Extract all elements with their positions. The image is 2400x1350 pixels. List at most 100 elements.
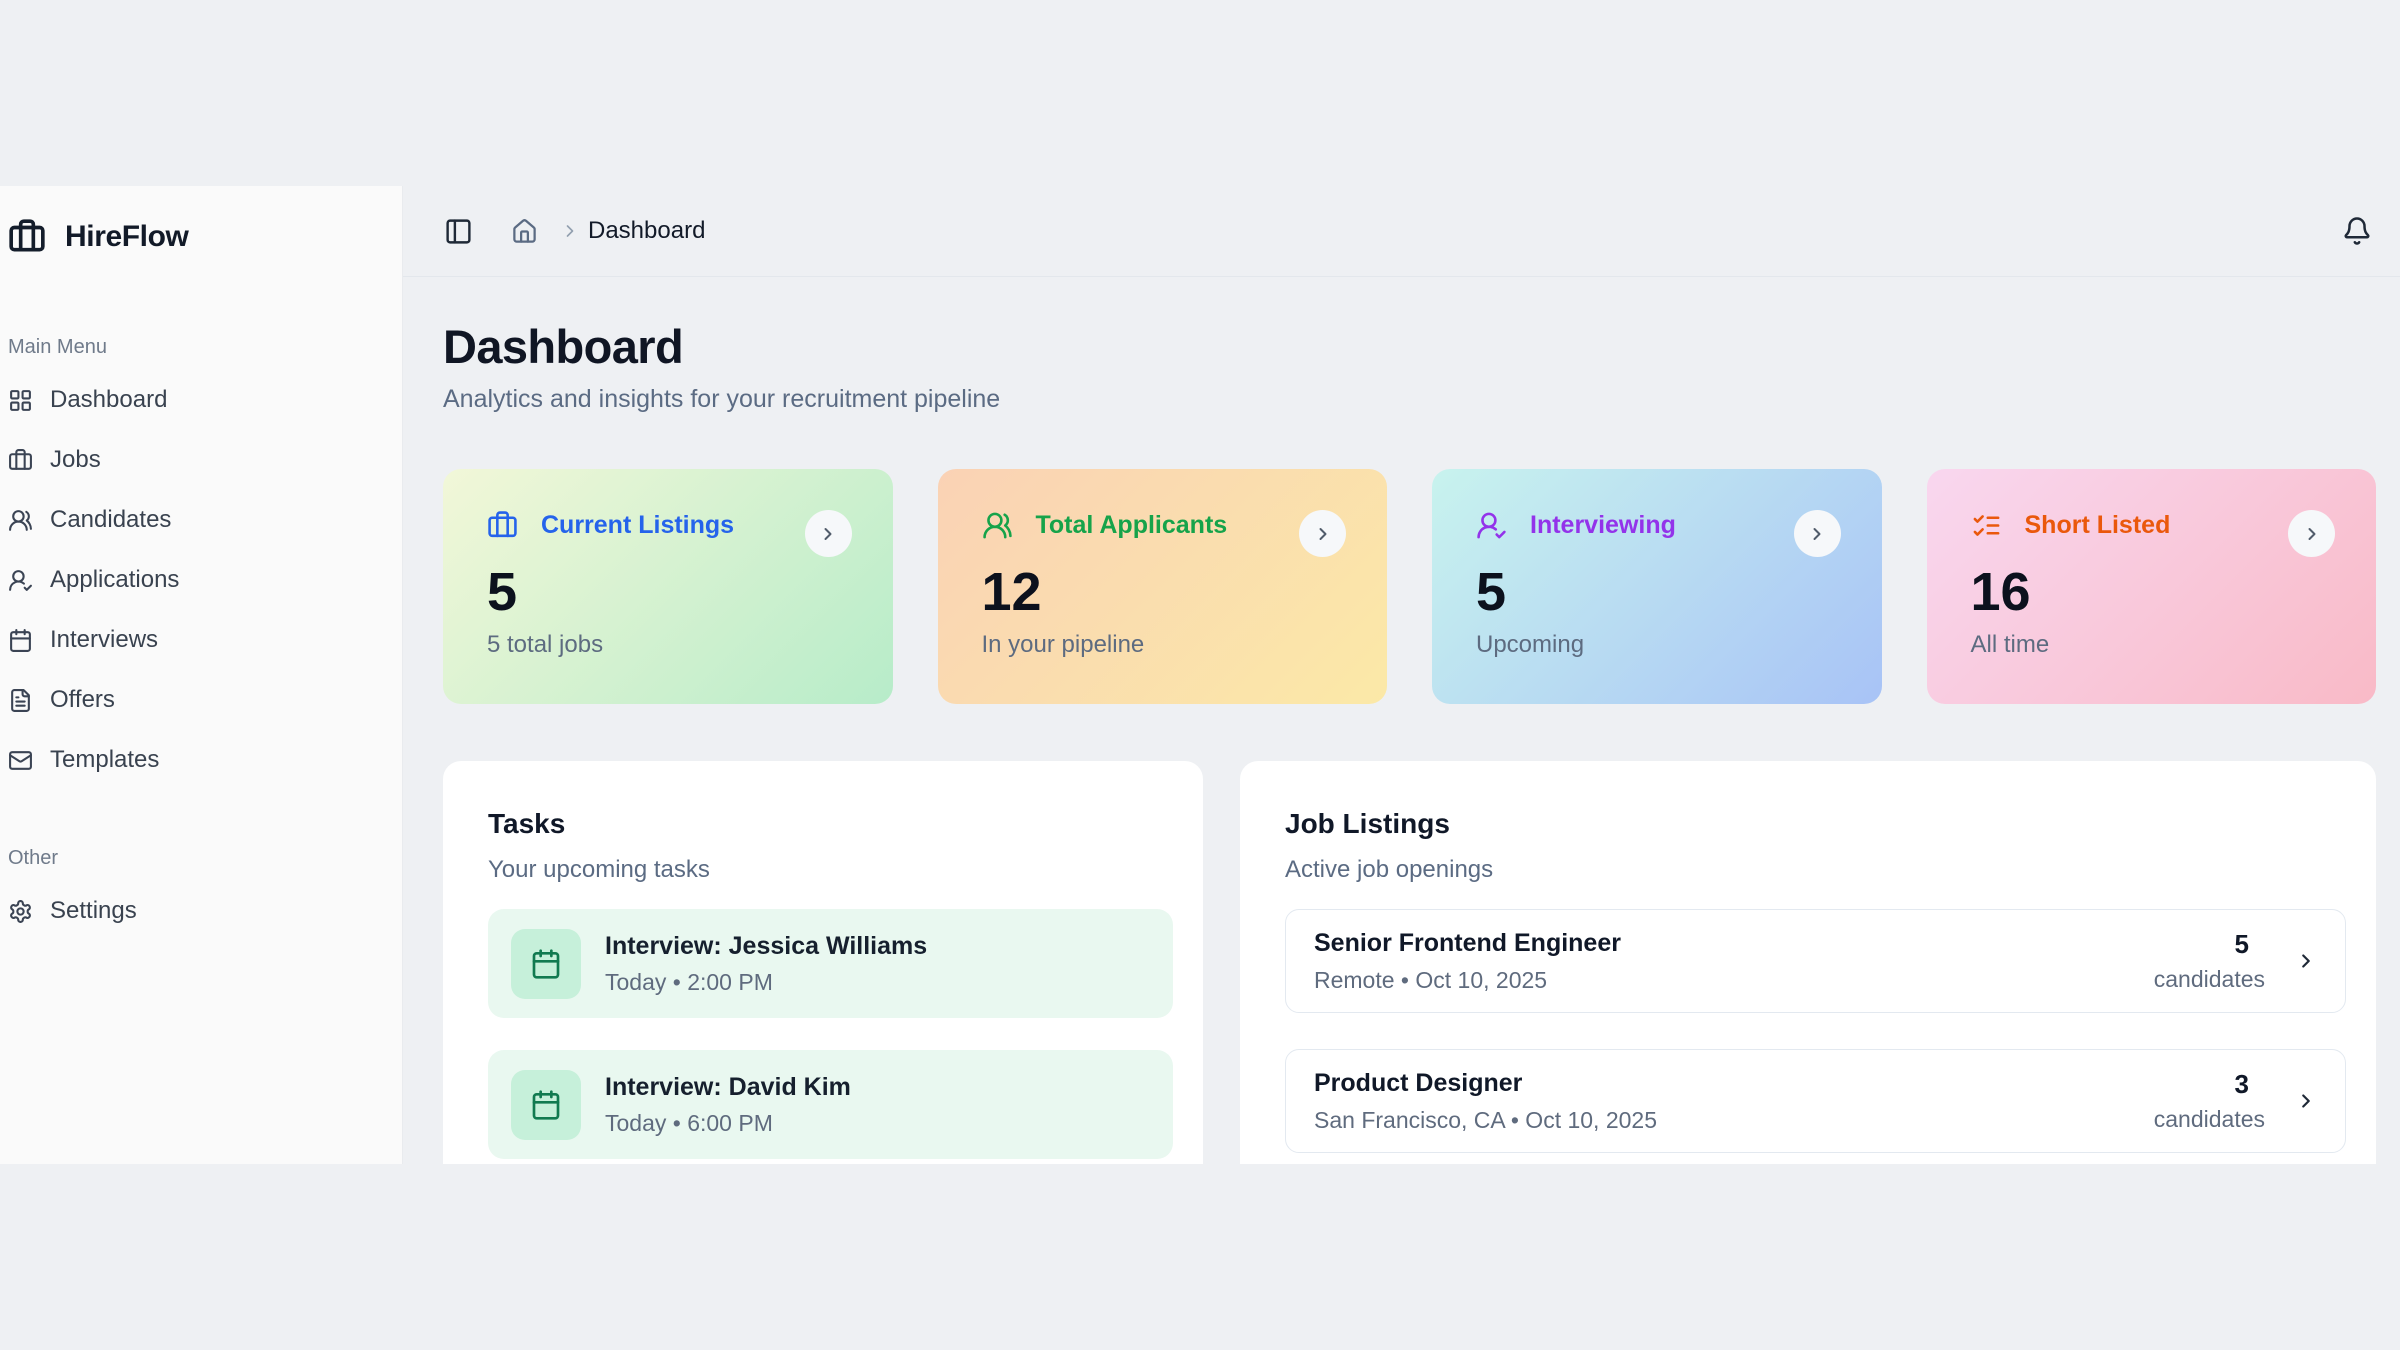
stat-card-short-listed[interactable]: Short Listed 16 All time [1927, 469, 2377, 704]
calendar-icon [530, 948, 562, 980]
job-count-block: 5 candidates [2154, 929, 2265, 993]
job-listings-subtitle: Active job openings [1285, 855, 2346, 885]
job-open-button[interactable] [2295, 950, 2317, 972]
page-subtitle: Analytics and insights for your recruitm… [443, 384, 2376, 414]
sidebar-item-interviews[interactable]: Interviews [8, 615, 386, 665]
panel-left-icon [444, 217, 473, 246]
breadcrumb-separator [560, 221, 580, 241]
task-item[interactable]: Interview: David Kim Today • 6:00 PM [488, 1050, 1173, 1159]
stat-caption: Upcoming [1476, 631, 1841, 659]
chevron-right-icon [2302, 524, 2322, 544]
task-when: Today • 6:00 PM [605, 1110, 851, 1137]
sidebar-item-dashboard[interactable]: Dashboard [8, 375, 386, 425]
sidebar-item-label: Templates [50, 746, 159, 774]
job-listings-title: Job Listings [1285, 807, 2346, 841]
stat-card-current-listings[interactable]: Current Listings 5 5 total jobs [443, 469, 893, 704]
chevron-right-icon [560, 221, 580, 241]
task-when: Today • 2:00 PM [605, 969, 927, 996]
sidebar-item-label: Settings [50, 897, 137, 925]
job-row[interactable]: Senior Frontend Engineer Remote • Oct 10… [1285, 909, 2346, 1013]
sidebar-item-label: Dashboard [50, 386, 167, 414]
stat-value: 5 [487, 565, 852, 619]
sidebar-item-settings[interactable]: Settings [8, 886, 386, 936]
stat-card-header: Total Applicants [982, 510, 1347, 541]
task-title: Interview: Jessica Williams [605, 932, 927, 961]
list-checks-icon [1971, 510, 2002, 541]
sidebar-item-label: Offers [50, 686, 115, 714]
sidebar-item-label: Interviews [50, 626, 158, 654]
brand-name: HireFlow [65, 220, 188, 254]
sidebar-item-candidates[interactable]: Candidates [8, 495, 386, 545]
home-icon [511, 218, 538, 245]
stat-card-total-applicants[interactable]: Total Applicants 12 In your pipeline [938, 469, 1388, 704]
briefcase-logo-icon [8, 218, 46, 256]
brand-logo[interactable]: HireFlow [8, 216, 386, 258]
sidebar: HireFlow Main Menu Dashboard Jobs Candid… [0, 186, 403, 1164]
task-title: Interview: David Kim [605, 1073, 851, 1102]
stat-arrow-button[interactable] [1794, 510, 1841, 557]
topbar: Dashboard [403, 186, 2400, 277]
job-count-block: 3 candidates [2154, 1069, 2265, 1133]
job-row[interactable]: Product Designer San Francisco, CA • Oct… [1285, 1049, 2346, 1153]
stat-card-header: Short Listed [1971, 510, 2336, 541]
task-icon-tile [511, 1070, 581, 1140]
briefcase-icon [8, 448, 33, 473]
sidebar-item-offers[interactable]: Offers [8, 675, 386, 725]
job-candidate-count: 3 [2154, 1069, 2249, 1100]
sidebar-item-label: Candidates [50, 506, 171, 534]
stat-arrow-button[interactable] [805, 510, 852, 557]
chevron-right-icon [2295, 1090, 2317, 1112]
notifications-button[interactable] [2342, 216, 2372, 246]
user-check-icon [1476, 510, 1507, 541]
mail-icon [8, 748, 33, 773]
breadcrumb-current: Dashboard [588, 217, 705, 245]
chevron-right-icon [818, 524, 838, 544]
job-open-button[interactable] [2295, 1090, 2317, 1112]
breadcrumb-home-button[interactable] [511, 218, 538, 245]
job-text: Senior Frontend Engineer Remote • Oct 10… [1314, 929, 1621, 994]
calendar-icon [530, 1089, 562, 1121]
job-listings-card: Job Listings Active job openings Senior … [1240, 761, 2376, 1164]
main-content: Dashboard Analytics and insights for you… [403, 278, 2400, 1164]
task-text: Interview: David Kim Today • 6:00 PM [605, 1073, 851, 1137]
stat-arrow-button[interactable] [2288, 510, 2335, 557]
stat-label: Interviewing [1530, 511, 1676, 540]
chevron-right-icon [2295, 950, 2317, 972]
job-row-right: 3 candidates [2154, 1069, 2317, 1133]
tasks-subtitle: Your upcoming tasks [488, 855, 1173, 885]
sidebar-item-templates[interactable]: Templates [8, 735, 386, 785]
sidebar-item-applications[interactable]: Applications [8, 555, 386, 605]
chevron-right-icon [1807, 524, 1827, 544]
job-candidate-count-label: candidates [2154, 966, 2265, 993]
stat-value: 5 [1476, 565, 1841, 619]
stat-caption: 5 total jobs [487, 631, 852, 659]
job-text: Product Designer San Francisco, CA • Oct… [1314, 1069, 1657, 1134]
sidebar-item-label: Applications [50, 566, 179, 594]
screen: HireFlow Main Menu Dashboard Jobs Candid… [0, 0, 2400, 1350]
file-text-icon [8, 688, 33, 713]
job-meta: Remote • Oct 10, 2025 [1314, 967, 1621, 994]
bell-icon [2342, 216, 2372, 246]
stat-card-interviewing[interactable]: Interviewing 5 Upcoming [1432, 469, 1882, 704]
tasks-title: Tasks [488, 807, 1173, 841]
chevron-right-icon [1313, 524, 1333, 544]
stat-label: Short Listed [2025, 511, 2171, 540]
job-meta: San Francisco, CA • Oct 10, 2025 [1314, 1107, 1657, 1134]
job-list: Senior Frontend Engineer Remote • Oct 10… [1285, 909, 2346, 1153]
stat-value: 16 [1971, 565, 2336, 619]
sidebar-item-jobs[interactable]: Jobs [8, 435, 386, 485]
nav-list-other: Settings [8, 886, 386, 936]
app-window: HireFlow Main Menu Dashboard Jobs Candid… [0, 186, 2400, 1164]
stat-caption: In your pipeline [982, 631, 1347, 659]
job-title: Senior Frontend Engineer [1314, 929, 1621, 958]
task-list: Interview: Jessica Williams Today • 2:00… [488, 909, 1173, 1159]
stat-card-header: Interviewing [1476, 510, 1841, 541]
sidebar-toggle-button[interactable] [444, 217, 473, 246]
job-candidate-count-label: candidates [2154, 1106, 2265, 1133]
job-candidate-count: 5 [2154, 929, 2249, 960]
job-title: Product Designer [1314, 1069, 1657, 1098]
task-item[interactable]: Interview: Jessica Williams Today • 2:00… [488, 909, 1173, 1018]
job-row-right: 5 candidates [2154, 929, 2317, 993]
tasks-card: Tasks Your upcoming tasks Interview: Jes… [443, 761, 1203, 1164]
stat-arrow-button[interactable] [1299, 510, 1346, 557]
